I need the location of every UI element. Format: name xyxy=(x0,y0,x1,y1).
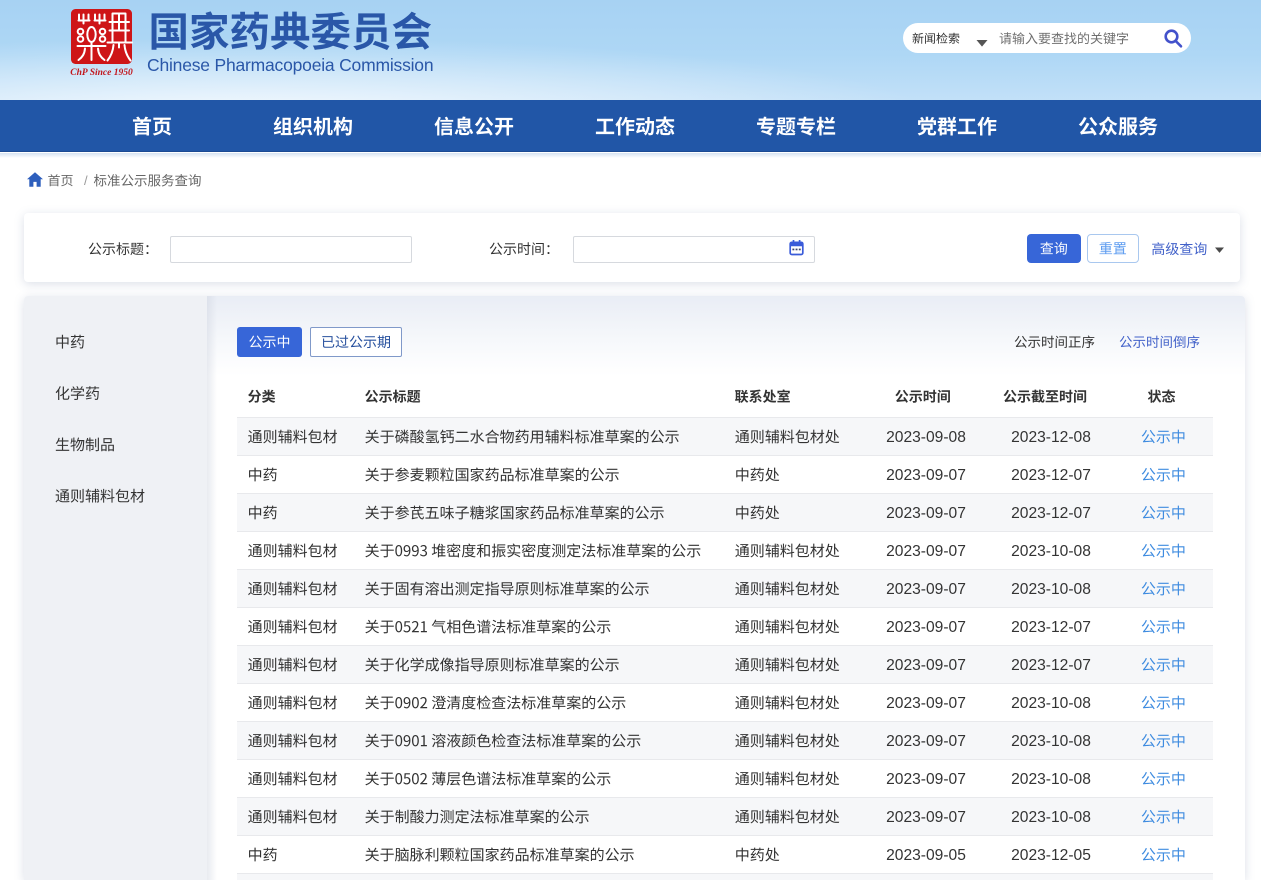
svg-text:2023-09-07: 2023-09-07 xyxy=(886,505,966,522)
svg-text:2023-09-07: 2023-09-07 xyxy=(886,695,966,712)
svg-text:2023-09-08: 2023-09-08 xyxy=(886,429,966,446)
svg-text:2023-09-07: 2023-09-07 xyxy=(886,581,966,598)
svg-text:ChP Since 1950: ChP Since 1950 xyxy=(70,68,133,78)
svg-text:2023-09-07: 2023-09-07 xyxy=(886,657,966,674)
svg-text:2023-12-07: 2023-12-07 xyxy=(1011,657,1091,674)
svg-text:2023-09-07: 2023-09-07 xyxy=(886,619,966,636)
svg-text:Chinese Pharmacopoeia Commissi: Chinese Pharmacopoeia Commission xyxy=(147,55,433,75)
svg-text:2023-12-08: 2023-12-08 xyxy=(1011,429,1091,446)
svg-text:2023-09-07: 2023-09-07 xyxy=(886,771,966,788)
svg-text:2023-09-07: 2023-09-07 xyxy=(886,733,966,750)
svg-text:2023-12-07: 2023-12-07 xyxy=(1011,619,1091,636)
svg-text:2023-09-07: 2023-09-07 xyxy=(886,467,966,484)
svg-text:2023-10-08: 2023-10-08 xyxy=(1011,733,1091,750)
svg-text:2023-12-07: 2023-12-07 xyxy=(1011,505,1091,522)
svg-text:2023-10-08: 2023-10-08 xyxy=(1011,581,1091,598)
svg-text:2023-09-07: 2023-09-07 xyxy=(886,809,966,826)
svg-text:2023-09-05: 2023-09-05 xyxy=(886,847,966,864)
svg-text:2023-12-07: 2023-12-07 xyxy=(1011,467,1091,484)
svg-text:2023-10-08: 2023-10-08 xyxy=(1011,809,1091,826)
svg-text:2023-09-07: 2023-09-07 xyxy=(886,543,966,560)
svg-text:/: / xyxy=(84,173,88,188)
svg-text:2023-10-08: 2023-10-08 xyxy=(1011,771,1091,788)
svg-text:2023-12-05: 2023-12-05 xyxy=(1011,847,1091,864)
svg-text:2023-10-08: 2023-10-08 xyxy=(1011,695,1091,712)
svg-text:2023-10-08: 2023-10-08 xyxy=(1011,543,1091,560)
